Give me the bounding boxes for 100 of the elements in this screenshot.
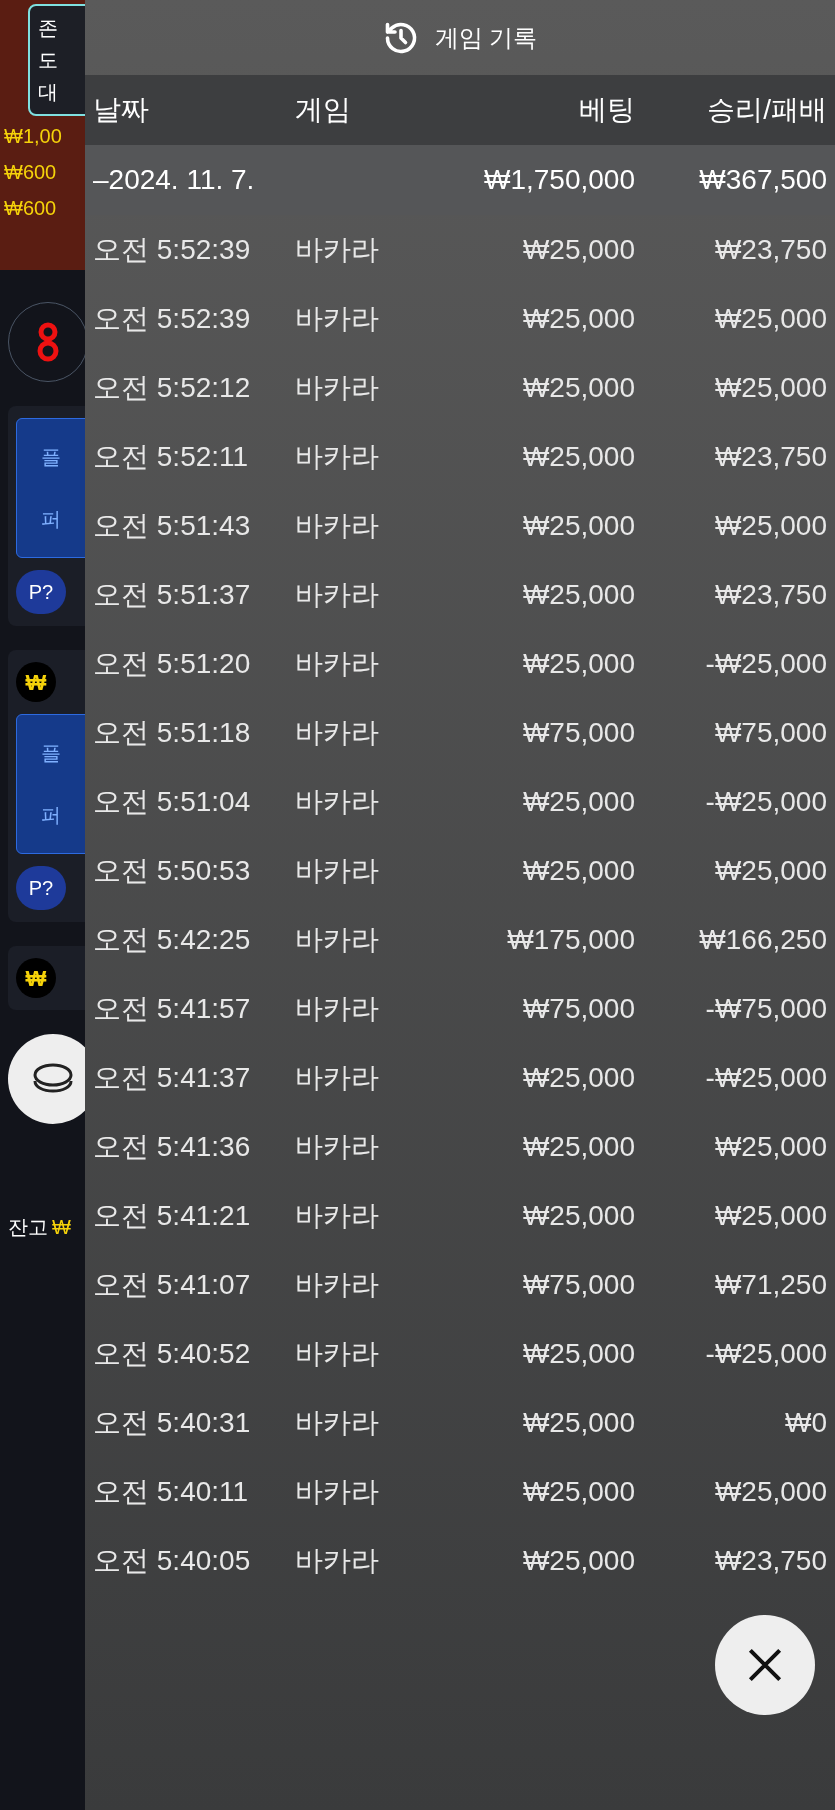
- game-cell-text: 바카라: [295, 922, 380, 957]
- bet-cell-text: ₩25,000: [521, 853, 635, 888]
- time-cell-text: 오전 5:51:37: [93, 577, 252, 612]
- result-cell-text: ₩25,000: [713, 370, 827, 405]
- bet-cell-text: ₩25,000: [521, 232, 635, 267]
- notice-text: 대: [38, 80, 59, 105]
- game-cell-text: 바카라: [295, 1474, 380, 1509]
- result-cell-text: ₩25,000: [713, 1198, 827, 1233]
- game-cell-text: 바카라: [295, 439, 380, 474]
- bet-cell-text: ₩25,000: [521, 439, 635, 474]
- time-cell-text: 오전 5:40:11: [93, 1474, 250, 1509]
- bet-cell-text: ₩25,000: [521, 301, 635, 336]
- result-cell-text: -₩25,000: [704, 646, 827, 681]
- result-cell-text: ₩23,750: [713, 439, 827, 474]
- result-cell-text: -₩25,000: [704, 784, 827, 819]
- time-cell-text: 오전 5:40:05: [93, 1543, 252, 1578]
- result-cell-text: ₩166,250: [698, 922, 827, 957]
- game-cell-text: 바카라: [295, 577, 380, 612]
- bet-cell-text: ₩25,000: [521, 1474, 635, 1509]
- time-cell-text: 오전 5:41:21: [93, 1198, 252, 1233]
- bet-cell-text: ₩25,000: [521, 1405, 635, 1440]
- result-cell-text: -₩25,000: [704, 1060, 827, 1095]
- time-cell-text: 오전 5:41:36: [93, 1129, 252, 1164]
- column-header: 게임: [295, 93, 352, 127]
- time-cell-text: 오전 5:41:57: [93, 991, 252, 1026]
- time-cell-text: 오전 5:41:37: [93, 1060, 252, 1095]
- amount-text: ₩600: [4, 196, 58, 221]
- bet-tile-label: 퍼: [41, 507, 61, 532]
- result-cell-text: ₩71,250: [713, 1267, 827, 1302]
- game-cell-text: 바카라: [295, 784, 380, 819]
- bet-cell-text: ₩25,000: [521, 1336, 635, 1371]
- date-text: –2024. 11. 7.: [93, 163, 256, 197]
- bet-tile-label: 플: [41, 741, 61, 766]
- game-cell-text: 바카라: [295, 646, 380, 681]
- result-cell-text: ₩25,000: [713, 301, 827, 336]
- time-cell-text: 오전 5:50:53: [93, 853, 252, 888]
- game-cell-text: 바카라: [295, 853, 380, 888]
- bet-cell-text: ₩25,000: [521, 1129, 635, 1164]
- bet-cell-text: ₩25,000: [521, 646, 635, 681]
- result-cell-text: ₩25,000: [713, 508, 827, 543]
- bet-cell-text: ₩25,000: [521, 370, 635, 405]
- time-cell-text: 오전 5:51:18: [93, 715, 252, 750]
- game-cell-text: 바카라: [295, 1405, 380, 1440]
- total-bet: ₩1,750,000: [483, 163, 635, 197]
- column-header: 베팅: [578, 93, 635, 127]
- bet-tile-label: 퍼: [41, 803, 61, 828]
- result-cell-text: ₩25,000: [713, 853, 827, 888]
- panel-title: 게임 기록: [434, 22, 538, 53]
- game-cell-text: 바카라: [295, 1129, 380, 1164]
- time-cell-text: 오전 5:40:52: [93, 1336, 252, 1371]
- time-cell-text: 오전 5:42:25: [93, 922, 252, 957]
- bet-cell-text: ₩75,000: [521, 1267, 635, 1302]
- bet-cell-text: ₩25,000: [521, 784, 635, 819]
- chip: ₩: [16, 958, 56, 998]
- total-result: ₩367,500: [698, 163, 827, 197]
- amount-text: ₩600: [4, 160, 58, 185]
- game-cell-text: 바카라: [295, 715, 380, 750]
- notice-text: 존: [38, 16, 59, 41]
- game-cell-text: 바카라: [295, 1336, 380, 1371]
- amount-text: ₩1,00: [4, 124, 63, 149]
- time-cell-text: 오전 5:51:20: [93, 646, 252, 681]
- balance-label: 잔고: [8, 1215, 48, 1240]
- time-cell-text: 오전 5:52:39: [93, 301, 252, 336]
- game-cell-text: 바카라: [295, 370, 380, 405]
- result-cell-text: ₩25,000: [713, 1474, 827, 1509]
- balance-currency: ₩: [52, 1215, 71, 1240]
- result-cell-text: -₩25,000: [704, 1336, 827, 1371]
- game-cell-text: 바카라: [295, 301, 380, 336]
- game-cell-text: 바카라: [295, 232, 380, 267]
- bet-tile-label: 플: [41, 445, 61, 470]
- time-cell-text: 오전 5:52:11: [93, 439, 250, 474]
- bet-cell-text: ₩25,000: [521, 1543, 635, 1578]
- bet-cell-text: ₩75,000: [521, 715, 635, 750]
- bet-cell-text: ₩75,000: [521, 991, 635, 1026]
- result-cell-text: ₩23,750: [713, 232, 827, 267]
- result-cell-text: -₩75,000: [704, 991, 827, 1026]
- time-cell-text: 오전 5:51:04: [93, 784, 252, 819]
- game-cell-text: 바카라: [295, 1543, 380, 1578]
- time-cell-text: 오전 5:40:31: [93, 1405, 252, 1440]
- column-header: 날짜: [93, 93, 150, 127]
- game-cell-text: 바카라: [295, 991, 380, 1026]
- time-cell-text: 오전 5:51:43: [93, 508, 252, 543]
- time-cell-text: 오전 5:52:39: [93, 232, 252, 267]
- result-cell-text: ₩25,000: [713, 1129, 827, 1164]
- notice-text: 도: [38, 48, 59, 73]
- bet-cell-text: ₩25,000: [521, 508, 635, 543]
- bet-cell-text: ₩175,000: [506, 922, 635, 957]
- game-cell-text: 바카라: [295, 1267, 380, 1302]
- bet-cell-text: ₩25,000: [521, 577, 635, 612]
- time-cell-text: 오전 5:41:07: [93, 1267, 252, 1302]
- bet-cell-text: ₩25,000: [521, 1060, 635, 1095]
- result-cell-text: ₩23,750: [713, 577, 827, 612]
- time-cell-text: 오전 5:52:12: [93, 370, 252, 405]
- predict-button[interactable]: P?: [16, 570, 66, 614]
- game-cell-text: 바카라: [295, 1198, 380, 1233]
- bet-cell-text: ₩25,000: [521, 1198, 635, 1233]
- chip: ₩: [16, 662, 56, 702]
- predict-button[interactable]: P?: [16, 866, 66, 910]
- result-cell-text: ₩75,000: [713, 715, 827, 750]
- game-cell-text: 바카라: [295, 1060, 380, 1095]
